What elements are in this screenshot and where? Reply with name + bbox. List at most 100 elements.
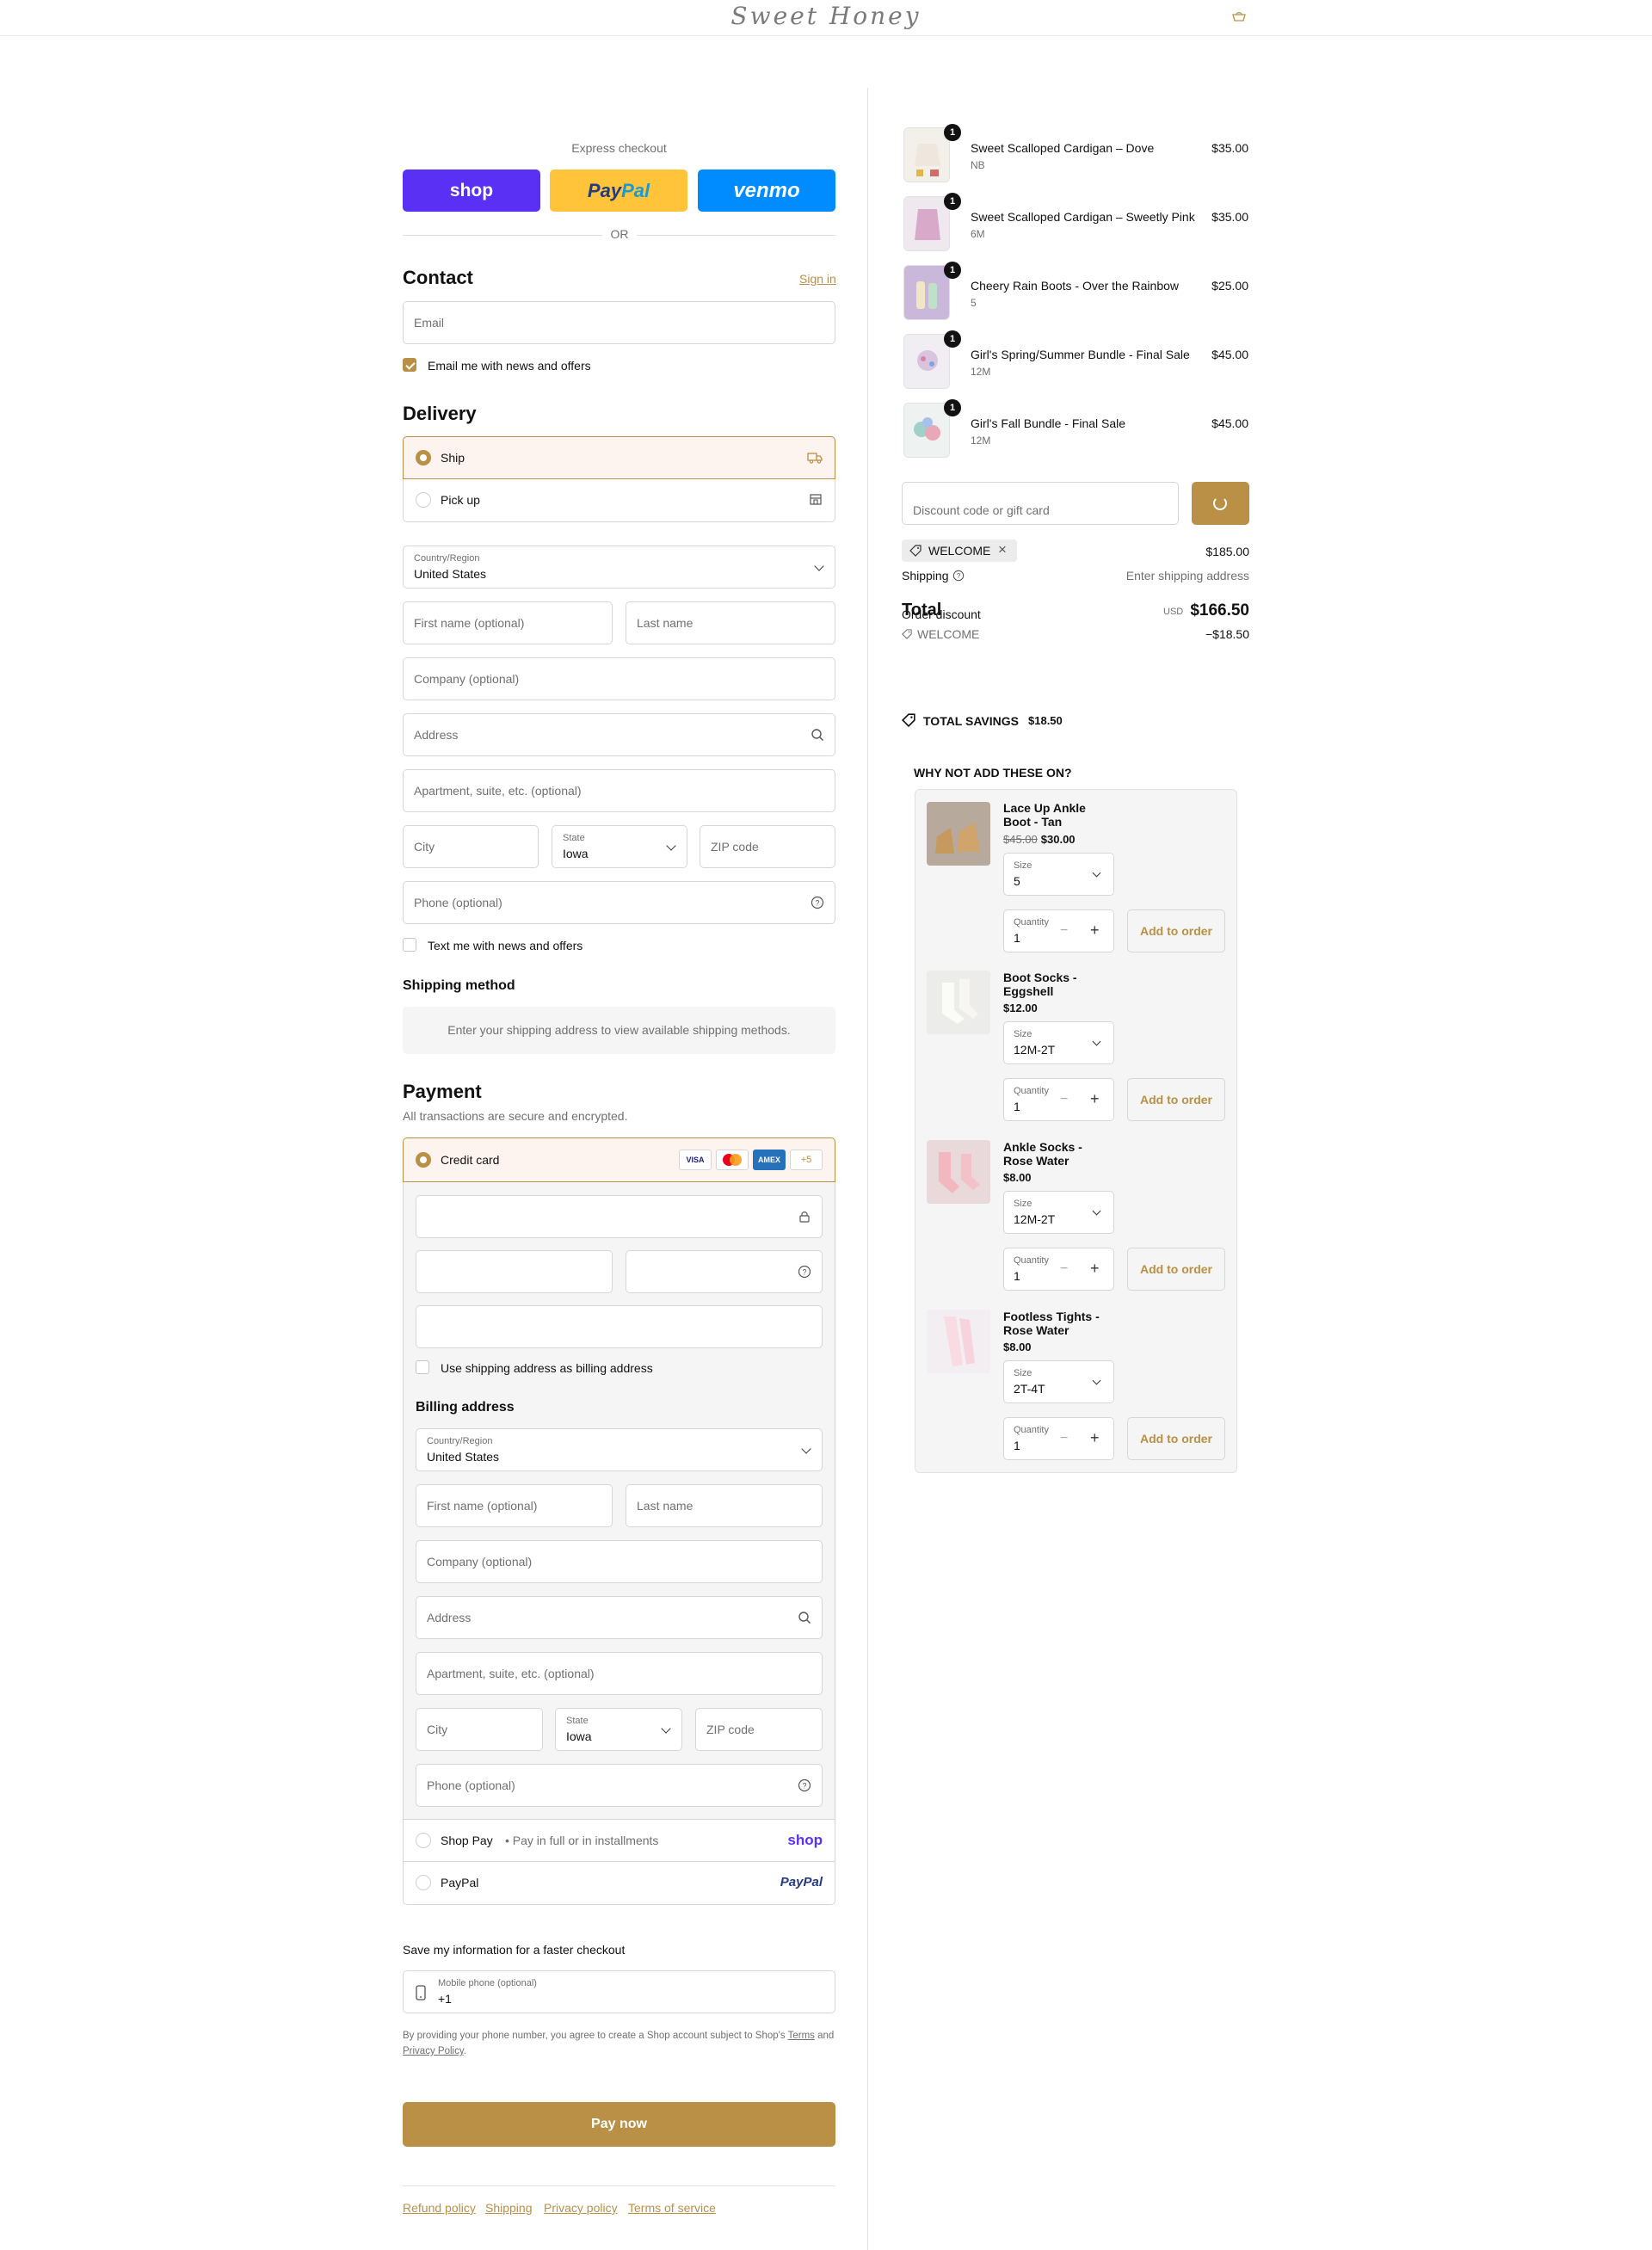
address-field[interactable]: Address [403,713,835,756]
credit-card-label: Credit card [441,1153,500,1167]
paypal-option[interactable]: PayPal PayPal [403,1862,835,1905]
help-icon[interactable]: ? [952,570,965,582]
billing-phone-field[interactable]: Phone (optional) ? [416,1764,823,1807]
minus-icon[interactable]: − [1060,1092,1068,1107]
quantity-label: Quantity [1014,1255,1049,1266]
quantity-stepper[interactable]: Quantity 1 − + [1003,1248,1114,1291]
billing-company-field[interactable]: Company (optional) [416,1540,823,1583]
upsell-current-price: $8.00 [1003,1171,1032,1184]
paypal-radio[interactable] [416,1875,431,1890]
minus-icon[interactable]: − [1060,923,1068,939]
mobile-phone-field[interactable]: Mobile phone (optional) +1 [403,1970,835,2013]
or-label: OR [602,227,637,241]
sign-in-link[interactable]: Sign in [799,272,836,286]
upsell-product-price: $8.00 [1003,1171,1032,1184]
quantity-stepper[interactable]: Quantity 1 − + [1003,1417,1114,1460]
refund-policy-link[interactable]: Refund policy [403,2201,476,2215]
shipping-policy-link[interactable]: Shipping [485,2201,533,2215]
minus-icon[interactable]: − [1060,1261,1068,1277]
quantity-label: Quantity [1014,917,1049,928]
billing-apartment-field[interactable]: Apartment, suite, etc. (optional) [416,1652,823,1695]
paypal-button[interactable]: Pay Pal [550,170,687,212]
country-select[interactable]: Country/Region United States [403,546,835,589]
minus-icon[interactable]: − [1060,1431,1068,1446]
state-label: State [563,833,585,843]
size-value: 12M-2T [1014,1043,1056,1057]
size-select[interactable]: Size 12M-2T [1003,1191,1114,1234]
apartment-field[interactable]: Apartment, suite, etc. (optional) [403,769,835,812]
shop-pay-radio[interactable] [416,1833,431,1848]
discount-code-line: WELCOME [917,627,980,641]
billing-zip-field[interactable]: ZIP code [695,1708,823,1751]
privacy-link[interactable]: Privacy Policy [403,2046,464,2056]
email-field[interactable]: Email [403,301,835,344]
shop-pay-option[interactable]: Shop Pay • Pay in full or in installment… [403,1819,835,1862]
venmo-text: venmo [733,178,800,202]
company-field[interactable]: Company (optional) [403,657,835,700]
first-name-field[interactable]: First name (optional) [403,601,613,644]
venmo-button[interactable]: venmo [698,170,835,212]
applied-code: WELCOME [928,544,991,558]
plus-icon[interactable]: + [1090,1429,1100,1447]
discount-code-field[interactable]: Discount code or gift card [902,482,1179,525]
state-value: Iowa [563,847,589,860]
chevron-down-icon [1092,868,1101,878]
help-icon[interactable]: ? [798,1778,811,1792]
pickup-option[interactable]: Pick up [403,479,835,522]
billing-last-name-placeholder: Last name [637,1499,693,1513]
amex-icon: AMEX [753,1150,786,1170]
size-select[interactable]: Size 2T-4T [1003,1360,1114,1403]
billing-first-name-field[interactable]: First name (optional) [416,1484,613,1527]
apply-discount-button[interactable] [1192,482,1249,525]
help-icon[interactable]: ? [811,896,824,909]
item-price: $45.00 [1211,416,1248,430]
subtotal-value: $185.00 [1205,545,1249,558]
name-on-card-field[interactable] [416,1305,823,1348]
city-field[interactable]: City [403,825,539,868]
add-to-order-button[interactable]: Add to order [1127,1248,1225,1291]
ship-radio[interactable] [416,450,431,465]
plus-icon[interactable]: + [1090,1090,1100,1108]
terms-link[interactable]: Terms [788,2031,815,2041]
news-checkbox[interactable] [403,358,416,372]
add-to-order-button[interactable]: Add to order [1127,1417,1225,1460]
remove-discount-icon[interactable]: × [998,541,1007,558]
product-image [903,265,950,320]
last-name-field[interactable]: Last name [626,601,835,644]
add-to-order-button[interactable]: Add to order [1127,1078,1225,1121]
shop-pay-button[interactable]: shop [403,170,540,212]
phone-field[interactable]: Phone (optional) ? [403,881,835,924]
item-price: $25.00 [1211,279,1248,293]
expiry-field[interactable] [416,1250,613,1293]
store-logo[interactable]: Sweet Honey [0,2,1652,30]
zip-field[interactable]: ZIP code [700,825,835,868]
security-code-field[interactable]: ? [626,1250,823,1293]
help-icon[interactable]: ? [798,1265,811,1279]
use-shipping-checkbox[interactable] [416,1360,429,1374]
add-to-order-button[interactable]: Add to order [1127,909,1225,952]
text-me-checkbox[interactable] [403,938,416,952]
state-select[interactable]: State Iowa [552,825,687,868]
card-number-field[interactable] [416,1195,823,1238]
billing-country-select[interactable]: Country/Region United States [416,1428,823,1471]
upsell-product-price: $45.00 $30.00 [1003,833,1076,846]
billing-city-field[interactable]: City [416,1708,543,1751]
plus-icon[interactable]: + [1090,922,1100,940]
privacy-policy-link[interactable]: Privacy policy [544,2201,618,2215]
paypal-logo: PayPal [780,1875,823,1889]
bag-icon[interactable] [1232,11,1246,22]
billing-state-select[interactable]: State Iowa [555,1708,682,1751]
size-select[interactable]: Size 5 [1003,853,1114,896]
ship-option[interactable]: Ship [403,436,835,479]
size-select[interactable]: Size 12M-2T [1003,1021,1114,1064]
billing-address-field[interactable]: Address [416,1596,823,1639]
billing-last-name-field[interactable]: Last name [626,1484,823,1527]
plus-icon[interactable]: + [1090,1260,1100,1278]
pay-now-button[interactable]: Pay now [403,2102,835,2147]
pickup-radio[interactable] [416,492,431,508]
credit-card-radio[interactable] [416,1152,431,1168]
terms-of-service-link[interactable]: Terms of service [628,2201,716,2215]
quantity-stepper[interactable]: Quantity 1 − + [1003,909,1114,952]
quantity-stepper[interactable]: Quantity 1 − + [1003,1078,1114,1121]
billing-country-label: Country/Region [427,1436,493,1446]
